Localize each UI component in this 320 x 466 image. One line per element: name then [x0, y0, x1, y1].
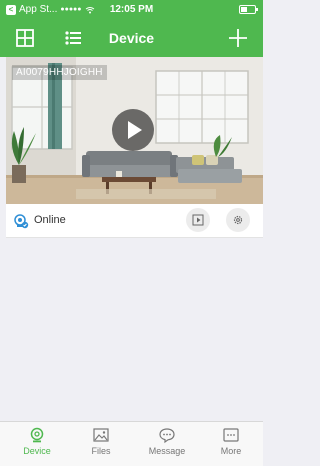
gear-icon [233, 215, 243, 225]
playback-icon [192, 214, 204, 226]
tab-bar: Device Files Message More [0, 421, 263, 466]
tab-more-label: More [220, 446, 242, 456]
tab-files-label: Files [91, 446, 111, 456]
camera-preview[interactable]: AI0079HHJOIGHH [6, 57, 263, 204]
settings-button[interactable] [226, 208, 250, 232]
add-device-icon[interactable] [227, 27, 249, 49]
image-icon [93, 428, 109, 442]
tab-device[interactable]: Device [7, 426, 67, 456]
more-dots-icon [223, 428, 239, 442]
device-info-row: Online [6, 204, 263, 238]
playback-button[interactable] [186, 208, 210, 232]
tab-more[interactable]: More [201, 426, 261, 456]
tab-message[interactable]: Message [137, 426, 197, 456]
device-status-text: Online [34, 214, 66, 226]
status-bar: < App St... ●●●●● 12:05 PM [0, 0, 263, 19]
navbar: Device [0, 19, 263, 57]
battery-icon [239, 5, 258, 14]
tab-device-label: Device [23, 446, 51, 456]
camera-online-icon [14, 214, 29, 229]
page-title: Device [108, 30, 155, 46]
chat-bubble-icon [159, 428, 175, 444]
tab-files[interactable]: Files [71, 426, 131, 456]
webcam-icon [30, 427, 44, 443]
tab-message-label: Message [148, 446, 186, 456]
play-button[interactable] [112, 109, 154, 151]
camera-name-overlay: AI0079HHJOIGHH [12, 65, 107, 80]
status-time: 12:05 PM [109, 4, 154, 15]
